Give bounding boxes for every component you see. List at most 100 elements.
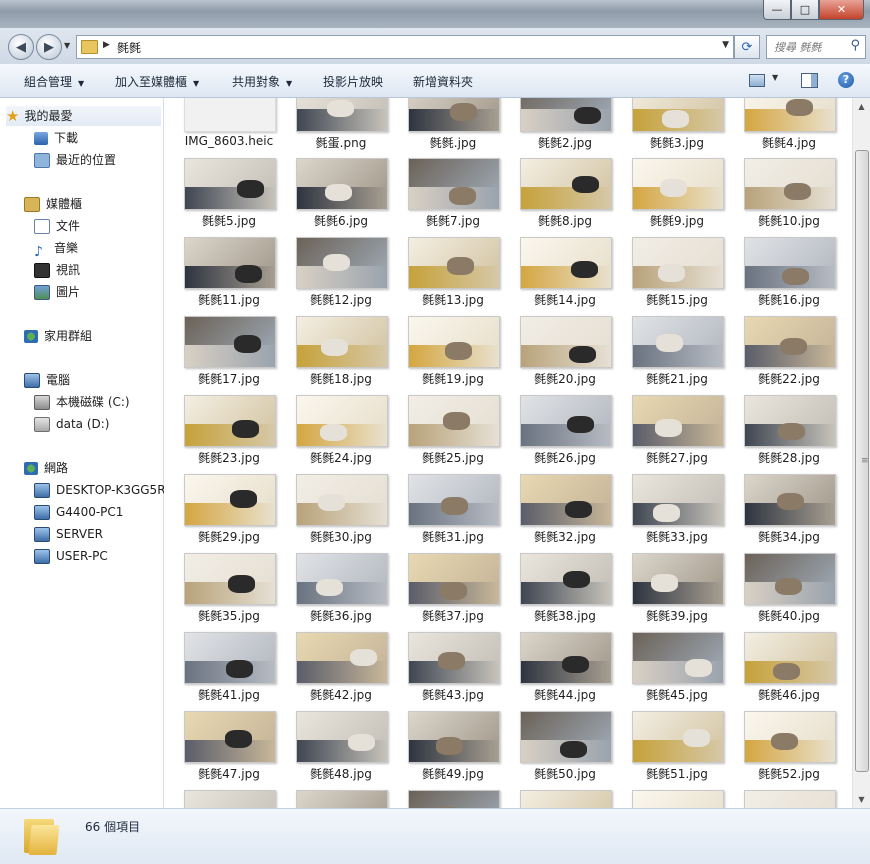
- scroll-up-arrow-icon[interactable]: ▲: [853, 98, 870, 115]
- file-item[interactable]: 毿毿40.jpg: [724, 553, 836, 632]
- file-item[interactable]: 毿毿21.jpg: [612, 316, 724, 395]
- forward-button[interactable]: ▶: [36, 34, 62, 60]
- file-item[interactable]: 毿毿44.jpg: [500, 632, 612, 711]
- file-item[interactable]: 毿毿23.jpg: [164, 395, 276, 474]
- nav-homegroup[interactable]: 家用群組: [24, 326, 92, 346]
- breadcrumb-separator-icon[interactable]: ▶: [103, 40, 110, 50]
- back-button[interactable]: ◀: [8, 34, 34, 60]
- nav-drive-d[interactable]: data (D:): [34, 414, 110, 434]
- file-item[interactable]: 毿毿42.jpg: [276, 632, 388, 711]
- file-item[interactable]: [388, 790, 500, 808]
- nav-documents[interactable]: 文件: [34, 216, 80, 236]
- file-item[interactable]: 毿毿19.jpg: [388, 316, 500, 395]
- file-item[interactable]: 毿毿36.jpg: [276, 553, 388, 632]
- file-item[interactable]: 毿毿18.jpg: [276, 316, 388, 395]
- address-bar[interactable]: ▶ 毿毿 ▼: [76, 35, 734, 59]
- file-item[interactable]: 毿毿28.jpg: [724, 395, 836, 474]
- search-input[interactable]: [772, 37, 846, 57]
- nav-music[interactable]: ♪ 音樂: [34, 238, 78, 260]
- nav-host-server[interactable]: SERVER: [34, 524, 103, 544]
- add-to-library-menu[interactable]: 加入至媒體櫃 ▼: [115, 73, 199, 90]
- file-item[interactable]: [276, 790, 388, 808]
- file-item[interactable]: 毿毿24.jpg: [276, 395, 388, 474]
- share-with-menu[interactable]: 共用對象 ▼: [232, 73, 292, 90]
- file-item[interactable]: 毿毿38.jpg: [500, 553, 612, 632]
- file-item[interactable]: 毿毿34.jpg: [724, 474, 836, 553]
- nav-host-desktop[interactable]: DESKTOP-K3GG5R: [34, 480, 166, 500]
- file-item[interactable]: 毿毿45.jpg: [612, 632, 724, 711]
- vertical-scrollbar[interactable]: ▲ ≡ ▼: [852, 98, 870, 808]
- nav-recent-places[interactable]: 最近的位置: [34, 150, 116, 170]
- file-item[interactable]: 毿毿47.jpg: [164, 711, 276, 790]
- address-dropdown-icon[interactable]: ▼: [722, 40, 729, 50]
- file-item[interactable]: 毿毿31.jpg: [388, 474, 500, 553]
- file-item[interactable]: 毿毿4.jpg: [724, 98, 836, 159]
- file-item[interactable]: 毿毿29.jpg: [164, 474, 276, 553]
- file-item[interactable]: 毿毿15.jpg: [612, 237, 724, 316]
- file-item[interactable]: 毿毿49.jpg: [388, 711, 500, 790]
- refresh-button[interactable]: ⟳: [734, 35, 760, 59]
- file-item[interactable]: 毿毿52.jpg: [724, 711, 836, 790]
- file-item[interactable]: 毿毿25.jpg: [388, 395, 500, 474]
- file-item[interactable]: 毿毿48.jpg: [276, 711, 388, 790]
- file-item[interactable]: 毿毿37.jpg: [388, 553, 500, 632]
- minimize-button[interactable]: —: [763, 0, 791, 20]
- new-folder-button[interactable]: 新增資料夾: [413, 73, 473, 90]
- file-item[interactable]: 毿毿51.jpg: [612, 711, 724, 790]
- close-button[interactable]: ✕: [819, 0, 864, 20]
- file-item[interactable]: 毿毿27.jpg: [612, 395, 724, 474]
- file-item[interactable]: 毿毿20.jpg: [500, 316, 612, 395]
- file-item[interactable]: [724, 790, 836, 808]
- file-item[interactable]: 毿毿5.jpg: [164, 158, 276, 237]
- preview-pane-icon[interactable]: [801, 73, 818, 88]
- maximize-button[interactable]: □: [791, 0, 819, 20]
- file-item[interactable]: 毿毿33.jpg: [612, 474, 724, 553]
- file-item[interactable]: [612, 790, 724, 808]
- file-item[interactable]: 毿毿22.jpg: [724, 316, 836, 395]
- help-icon[interactable]: ?: [838, 72, 854, 88]
- search-icon[interactable]: ⚲: [850, 38, 860, 53]
- scroll-down-arrow-icon[interactable]: ▼: [853, 791, 870, 808]
- file-item[interactable]: 毿毿30.jpg: [276, 474, 388, 553]
- breadcrumb-current-folder[interactable]: 毿毿: [117, 39, 141, 56]
- nav-computer[interactable]: 電腦: [24, 370, 70, 390]
- scrollbar-thumb[interactable]: ≡: [855, 150, 869, 772]
- change-view-icon[interactable]: [749, 74, 765, 87]
- file-item[interactable]: 毿毿6.jpg: [276, 158, 388, 237]
- file-item[interactable]: 毿毿17.jpg: [164, 316, 276, 395]
- nav-libraries[interactable]: 媒體櫃: [24, 194, 82, 214]
- file-item[interactable]: 毿毿7.jpg: [388, 158, 500, 237]
- view-options-dropdown-icon[interactable]: ▼: [772, 73, 778, 82]
- file-item[interactable]: 毿毿39.jpg: [612, 553, 724, 632]
- file-item[interactable]: 毿毿43.jpg: [388, 632, 500, 711]
- file-item[interactable]: 毿毿13.jpg: [388, 237, 500, 316]
- file-item[interactable]: 毿毿26.jpg: [500, 395, 612, 474]
- file-item[interactable]: 毿蛋.png: [276, 98, 388, 159]
- file-item[interactable]: 毿毿2.jpg: [500, 98, 612, 159]
- file-item[interactable]: 毿毿14.jpg: [500, 237, 612, 316]
- nav-host-user-pc[interactable]: USER-PC: [34, 546, 108, 566]
- nav-network[interactable]: 網路: [24, 458, 68, 478]
- nav-favorites[interactable]: ★ 我的最愛: [6, 106, 161, 126]
- file-item[interactable]: 毿毿3.jpg: [612, 98, 724, 159]
- nav-downloads[interactable]: 下載: [34, 128, 78, 148]
- file-item[interactable]: 毿毿16.jpg: [724, 237, 836, 316]
- file-item[interactable]: 毿毿50.jpg: [500, 711, 612, 790]
- slideshow-button[interactable]: 投影片放映: [323, 73, 383, 90]
- file-item[interactable]: 毿毿9.jpg: [612, 158, 724, 237]
- file-item[interactable]: 毿毿.jpg: [388, 98, 500, 159]
- file-item[interactable]: IMG_8603.heic: [164, 98, 276, 159]
- file-item[interactable]: 毿毿8.jpg: [500, 158, 612, 237]
- file-item[interactable]: 毿毿41.jpg: [164, 632, 276, 711]
- file-item[interactable]: 毿毿12.jpg: [276, 237, 388, 316]
- nav-host-g4400[interactable]: G4400-PC1: [34, 502, 123, 522]
- file-item[interactable]: [500, 790, 612, 808]
- nav-videos[interactable]: 視訊: [34, 260, 80, 280]
- file-item[interactable]: 毿毿10.jpg: [724, 158, 836, 237]
- recent-pages-dropdown-icon[interactable]: ▼: [64, 41, 70, 50]
- nav-pictures[interactable]: 圖片: [34, 282, 80, 302]
- file-item[interactable]: 毿毿35.jpg: [164, 553, 276, 632]
- file-item[interactable]: [164, 790, 276, 808]
- search-box[interactable]: ⚲: [766, 35, 866, 59]
- file-item[interactable]: 毿毿11.jpg: [164, 237, 276, 316]
